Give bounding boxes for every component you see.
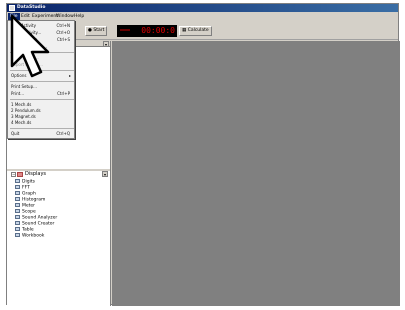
chevron-down-icon[interactable]: ▾ bbox=[103, 41, 109, 47]
menu-item-print[interactable]: Print... Ctrl+P bbox=[11, 91, 73, 97]
workbook-icon bbox=[15, 233, 20, 237]
menu-separator bbox=[10, 128, 74, 129]
window-title: DataStudio bbox=[17, 5, 46, 10]
digits-icon bbox=[15, 179, 20, 183]
chevron-down-icon[interactable]: ▾ bbox=[102, 171, 108, 177]
menu-item-print-setup[interactable]: Print Setup... bbox=[11, 84, 73, 90]
display-item-workbook[interactable]: Workbook bbox=[15, 233, 44, 239]
menu-item-recent-4[interactable]: 4 Mech.ds bbox=[11, 120, 73, 126]
displays-panel: − Displays ▾ Digits FFT Graph Histogram … bbox=[7, 171, 110, 306]
table-icon bbox=[15, 227, 20, 231]
scope-icon bbox=[15, 209, 20, 213]
calculate-button[interactable]: ▦ Calculate bbox=[179, 26, 212, 36]
meter-icon bbox=[15, 203, 20, 207]
displays-label: Displays bbox=[25, 171, 47, 177]
timer-display: 00:00:0 bbox=[117, 25, 177, 37]
menu-separator bbox=[10, 99, 74, 100]
workspace-area[interactable] bbox=[112, 41, 400, 306]
menu-item-quit[interactable]: Quit Ctrl+Q bbox=[11, 131, 73, 137]
tree-collapse-icon[interactable]: − bbox=[11, 172, 16, 177]
histogram-icon bbox=[15, 197, 20, 201]
timer-value: 00:00:0 bbox=[141, 26, 175, 35]
displays-header[interactable]: − Displays ▾ bbox=[9, 171, 109, 178]
timer-marker bbox=[120, 29, 130, 31]
chevron-right-icon: ▸ bbox=[68, 73, 71, 78]
fft-icon bbox=[15, 185, 20, 189]
mouse-cursor-icon bbox=[10, 14, 50, 78]
app-icon bbox=[9, 5, 15, 11]
sound-analyzer-icon bbox=[15, 215, 20, 219]
graph-icon bbox=[15, 191, 20, 195]
title-bar[interactable]: DataStudio bbox=[7, 4, 398, 12]
displays-folder-icon bbox=[17, 172, 23, 177]
sound-creator-icon bbox=[15, 221, 20, 225]
start-button[interactable]: ● Start bbox=[85, 26, 108, 36]
